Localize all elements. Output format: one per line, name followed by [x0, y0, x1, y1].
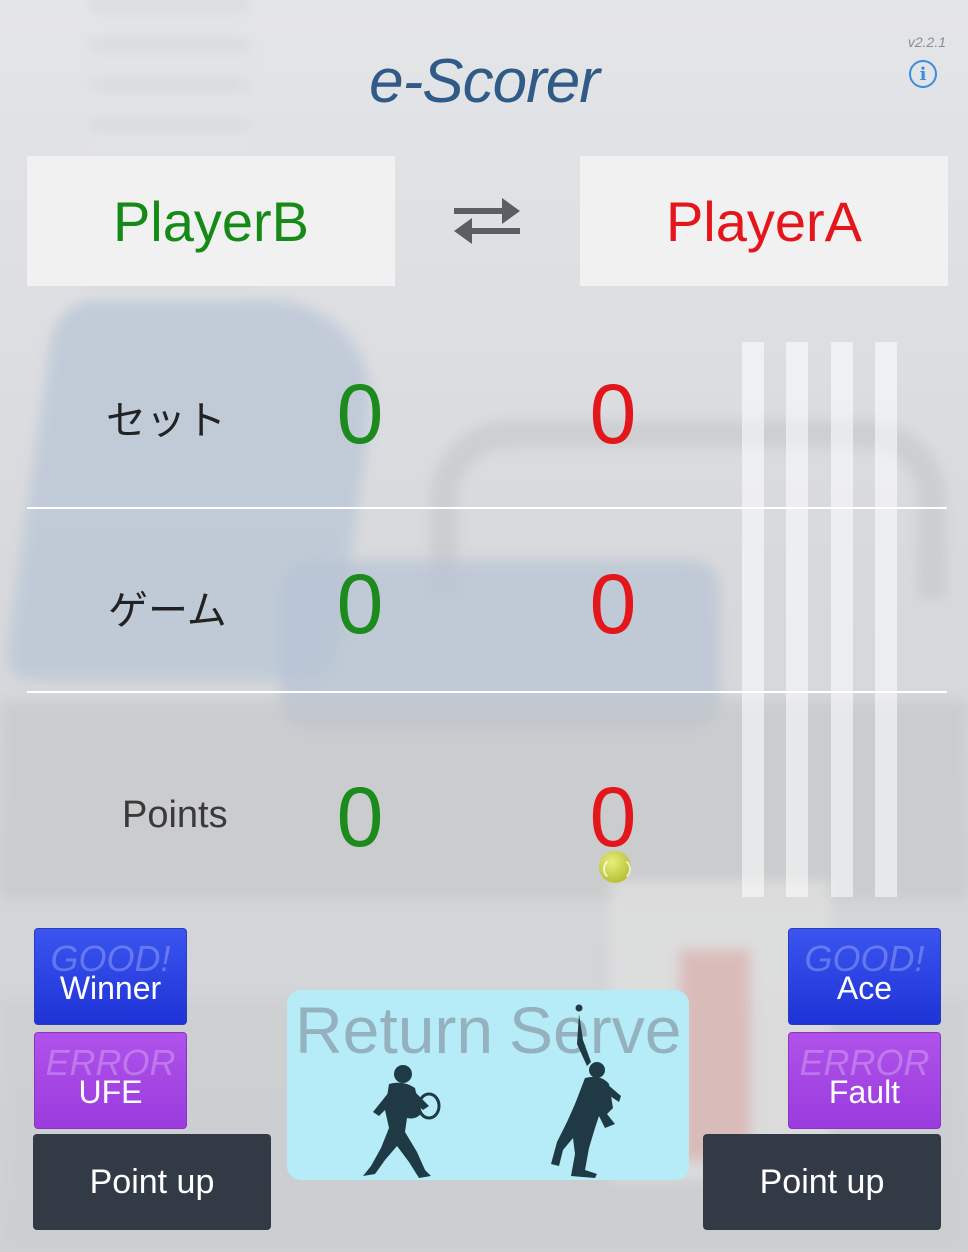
- app-title: e-Scorer: [369, 47, 600, 116]
- point-up-right-button[interactable]: Point up: [703, 1134, 941, 1230]
- points-label: Points: [122, 794, 228, 836]
- ufe-button[interactable]: ERROR UFE: [34, 1032, 187, 1129]
- fault-button[interactable]: ERROR Fault: [788, 1032, 941, 1129]
- points-score-left: 0: [336, 770, 384, 864]
- games-score-left: 0: [336, 557, 384, 651]
- games-label: ゲーム: [108, 589, 227, 633]
- return-serve-panel[interactable]: Return Serve: [287, 990, 689, 1180]
- point-up-left-button[interactable]: Point up: [33, 1134, 271, 1230]
- ace-button[interactable]: GOOD! Ace: [788, 928, 941, 1025]
- points-score-right: 0: [589, 770, 637, 864]
- returner-silhouette-icon: [363, 1065, 441, 1178]
- winner-label: Winner: [59, 970, 162, 1006]
- sets-score-left: 0: [336, 367, 384, 461]
- ace-label: Ace: [836, 970, 893, 1006]
- sets-label: セット: [106, 399, 226, 443]
- swap-arrows-icon[interactable]: [448, 196, 526, 246]
- ufe-label: UFE: [78, 1074, 143, 1110]
- server-silhouette-icon: [551, 1004, 621, 1178]
- games-score-right: 0: [589, 557, 637, 651]
- row-divider: [27, 507, 947, 509]
- row-divider: [27, 691, 947, 693]
- return-label: Return: [295, 993, 494, 1067]
- player-left-name[interactable]: PlayerB: [27, 156, 395, 286]
- serve-ball-icon: [599, 851, 631, 883]
- fault-label: Fault: [828, 1074, 901, 1110]
- winner-button[interactable]: GOOD! Winner: [34, 928, 187, 1025]
- player-right-name[interactable]: PlayerA: [580, 156, 948, 286]
- sets-score-right: 0: [589, 367, 637, 461]
